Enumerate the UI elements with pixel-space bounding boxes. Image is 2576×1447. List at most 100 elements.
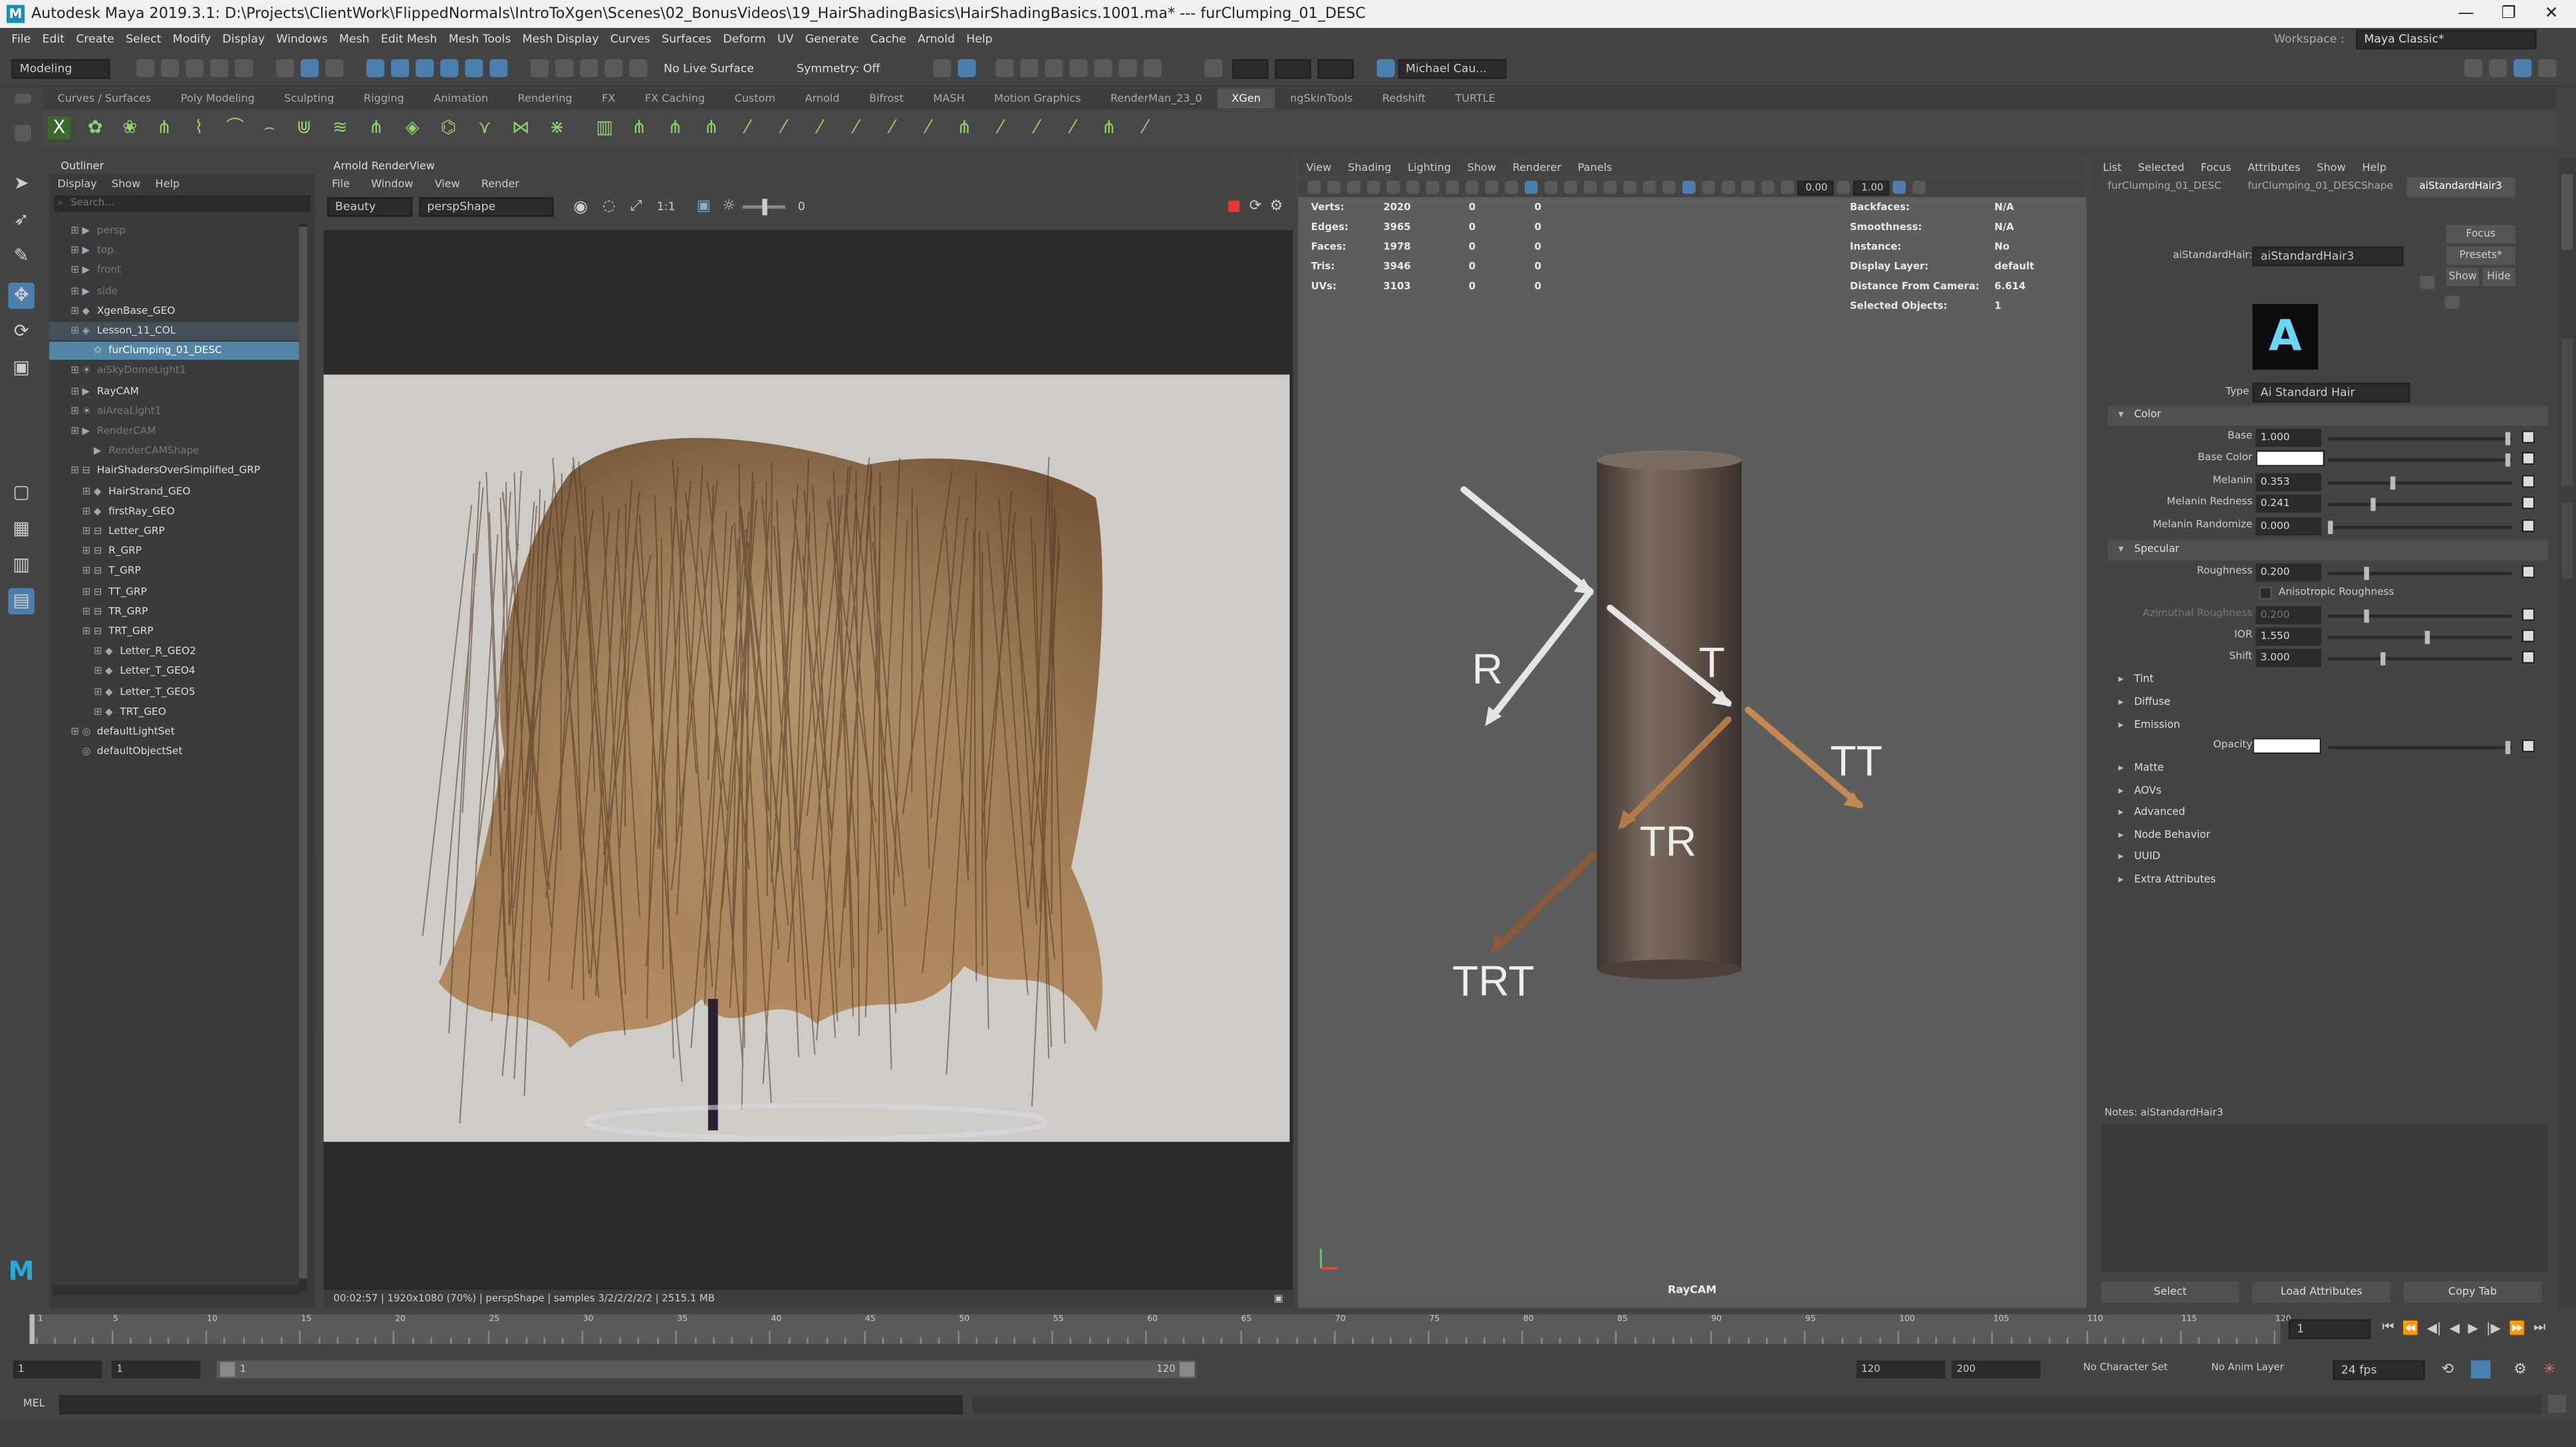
clump-brush-icon[interactable]: ⋔ (700, 116, 723, 140)
slider-handle[interactable] (2327, 520, 2333, 533)
hypershade-icon[interactable] (1093, 59, 1112, 78)
expand-icon[interactable]: ⊞ (70, 723, 82, 741)
render-settings-icon[interactable] (1069, 59, 1087, 78)
slider-handle[interactable] (2390, 476, 2396, 489)
x-field[interactable] (1231, 58, 1268, 78)
menu-set-dropdown[interactable]: Modeling (11, 58, 110, 78)
attribute-editor-side-tab[interactable] (2561, 174, 2573, 250)
base-color-swatch[interactable] (2255, 450, 2325, 467)
channel-box-side-tab[interactable] (2561, 338, 2573, 487)
bend-guides-icon[interactable]: ⌢ (258, 116, 281, 140)
attr-value-field[interactable]: 0.200 (2255, 606, 2322, 624)
slider-handle[interactable] (2371, 498, 2376, 511)
expand-icon[interactable]: ⊞ (94, 643, 105, 661)
outliner-item[interactable]: ⊞ ◆ firstRay_GEO (49, 503, 302, 521)
color-management-icon[interactable] (1892, 180, 1906, 194)
grab-brush-icon[interactable]: ⌬ (437, 116, 460, 140)
bookmark-icon[interactable] (1347, 180, 1360, 194)
outliner-item[interactable]: ⊞ ▶ RenderCAM (49, 422, 302, 440)
range-end-handle[interactable] (1179, 1362, 1195, 1377)
attr-value-field[interactable]: 0.241 (2255, 495, 2322, 513)
menu-windows[interactable]: Windows (277, 33, 328, 46)
expand-icon[interactable]: ⊞ (70, 382, 82, 400)
time-slider[interactable]: 1 5 10 15 20 25 30 35 40 45 50 55 60 65 70 75 80 85 90 95 10… (0, 1309, 2576, 1351)
undo-icon[interactable] (210, 59, 229, 78)
attr-value-field[interactable]: 0.200 (2255, 563, 2322, 582)
expand-icon[interactable]: ⊞ (94, 683, 105, 701)
rotate-tool-icon[interactable]: ⟳ (8, 319, 35, 345)
freeze-brush-icon[interactable]: ⁄ (736, 116, 759, 140)
outliner-item[interactable]: ⊞ ▶ front (49, 262, 302, 280)
ae-type-dropdown[interactable]: Ai Standard Hair (2252, 382, 2410, 403)
menu-edit-mesh[interactable]: Edit Mesh (381, 33, 438, 46)
attract-brush-icon[interactable]: ⁄ (809, 116, 832, 140)
outliner-layout-icon[interactable]: ▤ (8, 588, 35, 615)
gamma-icon[interactable] (1837, 180, 1851, 194)
interactive-groom-icon[interactable]: ◈ (401, 116, 424, 140)
outliner-item[interactable]: ⊞ ⊟ T_GRP (49, 563, 302, 581)
section-advanced[interactable]: ▸ Advanced (2108, 803, 2548, 823)
auto-key-icon[interactable] (2470, 1360, 2491, 1379)
outliner-item[interactable]: ⊞ ⊟ R_GRP (49, 543, 302, 561)
tool-settings-icon[interactable] (2513, 59, 2532, 78)
camera-attr-icon[interactable] (1327, 180, 1341, 194)
guide-cv-icon[interactable]: ⋓ (293, 116, 316, 140)
input-mode-icon[interactable] (1204, 59, 1222, 78)
depth-of-field-icon[interactable] (1702, 180, 1716, 194)
map-button-icon[interactable] (2521, 629, 2535, 643)
rv-menu-view[interactable]: View (435, 178, 460, 191)
attr-slider[interactable] (2327, 652, 2512, 666)
outliner-item[interactable]: ⊞ ◆ TRT_GEO (49, 703, 302, 721)
outliner-item[interactable]: ⊞ ☀ aiAreaLight1 (49, 402, 302, 420)
step-back-key-icon[interactable]: ⏪ (2402, 1320, 2419, 1335)
close-button[interactable]: ✕ (2530, 0, 2573, 28)
menu-arnold[interactable]: Arnold (918, 33, 955, 46)
xgen-editor-icon[interactable]: X (47, 116, 71, 140)
expand-icon[interactable]: ⊞ (94, 663, 105, 681)
width-brush-icon[interactable]: ⁄ (917, 116, 940, 140)
exposure-icon-vp[interactable] (1781, 180, 1795, 194)
expand-icon[interactable]: ⊞ (82, 503, 94, 521)
construction-history-icon[interactable] (531, 59, 549, 78)
shelf-tab-bifrost[interactable]: Bifrost (854, 88, 918, 108)
exposure-field[interactable]: 0.00 (1797, 180, 1834, 195)
anisotropic-checkbox[interactable] (2259, 587, 2272, 600)
lasso-tool-icon[interactable]: ➶ (8, 207, 35, 233)
attr-value-field[interactable]: 1.550 (2255, 627, 2322, 646)
map-button-icon[interactable] (2521, 518, 2535, 532)
expand-icon[interactable]: ⊞ (70, 462, 82, 480)
menu-generate[interactable]: Generate (805, 33, 859, 46)
output-ops-icon[interactable] (580, 59, 598, 78)
ae-copy-tab-button[interactable]: Copy Tab (2403, 1281, 2542, 1303)
outliner-item[interactable]: ⊞ ◆ HairStrand_GEO (49, 482, 302, 500)
section-diffuse[interactable]: ▸ Diffuse (2108, 694, 2548, 714)
grid-icon[interactable] (1386, 180, 1400, 194)
menu-mesh[interactable]: Mesh (339, 33, 370, 46)
menu-file[interactable]: File (11, 33, 31, 46)
part-brush-icon[interactable]: ⁄ (772, 116, 795, 140)
section-specular[interactable]: ▾ Specular (2107, 540, 2549, 561)
expand-icon[interactable]: ⊞ (82, 482, 94, 500)
arnold-render-icon[interactable] (1118, 59, 1136, 78)
expand-icon[interactable]: ⊞ (82, 543, 94, 561)
four-pane-icon[interactable]: ▦ (8, 516, 35, 543)
menu-deform[interactable]: Deform (723, 33, 765, 46)
vp-menu-lighting[interactable]: Lighting (1408, 161, 1451, 174)
ae-input-connections-icon[interactable] (2420, 276, 2435, 289)
map-button-icon[interactable] (2521, 474, 2535, 488)
symmetry-label[interactable]: Symmetry: Off (797, 62, 880, 75)
textured-icon[interactable] (1583, 180, 1597, 194)
expand-icon[interactable]: ⊞ (70, 282, 82, 300)
select-object-icon[interactable] (301, 59, 319, 78)
menu-uv[interactable]: UV (777, 33, 794, 46)
crop-region-icon[interactable]: ◌ (602, 199, 615, 215)
shelf-tab-renderman[interactable]: RenderMan_23_0 (1096, 88, 1217, 108)
anti-aliasing-icon[interactable] (1682, 180, 1696, 194)
xray-icon[interactable] (1741, 180, 1755, 194)
outliner-item[interactable]: ⊞ ⊟ Letter_GRP (49, 523, 302, 541)
attribute-editor-icon[interactable] (2489, 59, 2508, 78)
ae-select-button[interactable]: Select (2101, 1281, 2240, 1303)
expand-icon[interactable]: ⊞ (70, 402, 82, 420)
current-frame-field[interactable]: 1 (2288, 1319, 2371, 1339)
move-tool-icon[interactable]: ✥ (8, 282, 35, 309)
